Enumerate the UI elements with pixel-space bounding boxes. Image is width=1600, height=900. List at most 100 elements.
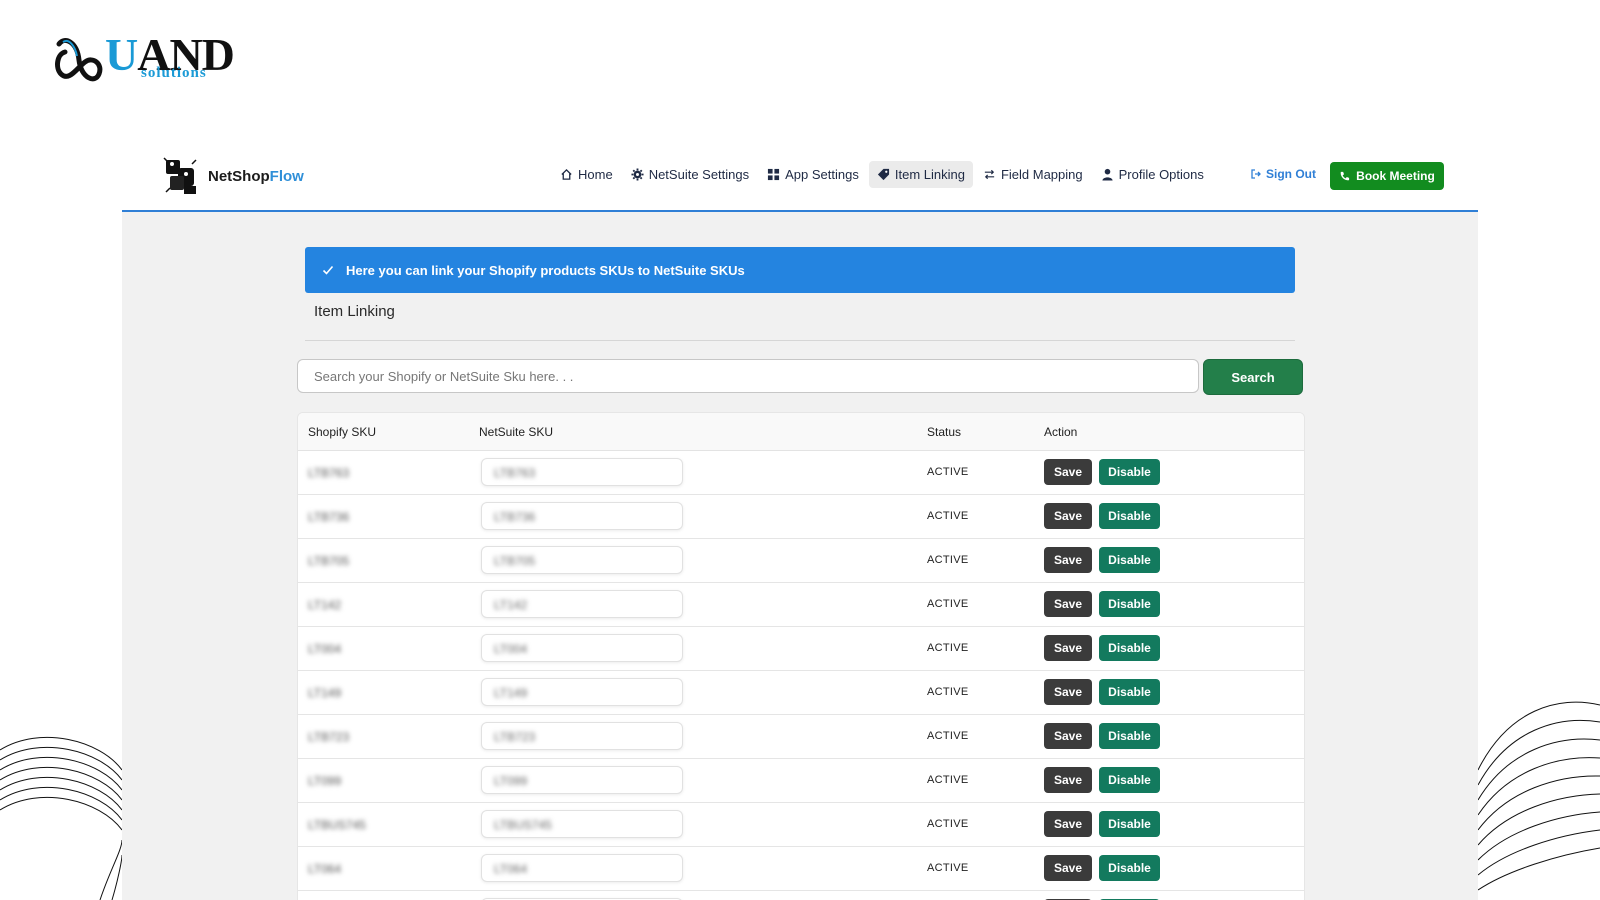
sign-out-link[interactable]: Sign Out [1250, 167, 1316, 181]
save-button[interactable]: Save [1044, 767, 1092, 793]
status-badge: ACTIVE [927, 862, 969, 874]
infinity-swirl-icon [55, 38, 103, 82]
shopify-sku-cell: LT004 [308, 642, 342, 656]
status-badge: ACTIVE [927, 686, 969, 698]
netsuite-sku-input[interactable]: LT004 [481, 634, 683, 662]
shopify-sku-cell: LT149 [308, 686, 342, 700]
nav-item-linking-label: Item Linking [894, 167, 965, 182]
save-button[interactable]: Save [1044, 459, 1092, 485]
netsuite-sku-input[interactable]: LT149 [481, 678, 683, 706]
disable-button[interactable]: Disable [1099, 811, 1160, 837]
app-name-accent: Flow [269, 167, 304, 185]
table-row: LT064 LT064 ACTIVE Save Disable [298, 847, 1304, 891]
book-meeting-button[interactable]: Book Meeting [1330, 162, 1444, 190]
table-header: Shopify SKU NetSuite SKU Status Action [298, 413, 1304, 451]
shopify-sku-cell: LTB736 [308, 510, 350, 524]
sku-search-input[interactable] [297, 359, 1199, 393]
nav-profile-options-label: Profile Options [1118, 167, 1204, 182]
netsuite-sku-value: LTB723 [494, 730, 536, 744]
disable-button[interactable]: Disable [1099, 855, 1160, 881]
nav-item-linking[interactable]: Item Linking [868, 161, 973, 188]
disable-button[interactable]: Disable [1099, 503, 1160, 529]
netsuite-sku-input[interactable]: LTB723 [481, 722, 683, 750]
nav-netsuite-settings[interactable]: NetSuite Settings [623, 161, 757, 188]
save-button[interactable]: Save [1044, 679, 1092, 705]
disable-button[interactable]: Disable [1099, 635, 1160, 661]
disable-button[interactable]: Disable [1099, 723, 1160, 749]
uand-logo: UAND solutions [55, 30, 245, 86]
netsuite-sku-input[interactable]: LTB736 [481, 502, 683, 530]
nav-field-mapping-label: Field Mapping [1000, 167, 1083, 182]
netsuite-sku-input[interactable]: LTBUS745 [481, 810, 683, 838]
disable-button[interactable]: Disable [1099, 591, 1160, 617]
status-badge: ACTIVE [927, 774, 969, 786]
nav-home[interactable]: Home [552, 161, 621, 188]
shopify-sku-cell: LT142 [308, 598, 342, 612]
app-name: NetShopFlow [208, 168, 304, 185]
brand-letter-u: U [105, 29, 138, 80]
status-badge: ACTIVE [927, 642, 969, 654]
tag-icon [877, 168, 890, 181]
nav-home-label: Home [578, 167, 613, 182]
netsuite-sku-input[interactable]: LTB763 [481, 458, 683, 486]
save-button[interactable]: Save [1044, 547, 1092, 573]
table-row: LTBUS745 LTBUS745 ACTIVE Save Disable [298, 803, 1304, 847]
netsuite-sku-input[interactable]: LT099 [481, 766, 683, 794]
netsuite-sku-input[interactable]: LTB705 [481, 546, 683, 574]
save-button[interactable]: Save [1044, 855, 1092, 881]
shopify-sku-cell: LTB705 [308, 554, 350, 568]
netsuite-sku-value: LT064 [494, 862, 528, 876]
netsuite-sku-value: LTB736 [494, 510, 536, 524]
phone-icon [1339, 171, 1350, 182]
swap-arrows-icon [983, 168, 996, 181]
shopify-sku-cell: LTB723 [308, 730, 350, 744]
netsuite-sku-value: LTB763 [494, 466, 536, 480]
disable-button[interactable]: Disable [1099, 547, 1160, 573]
table-row: LTB736 LTB736 ACTIVE Save Disable [298, 495, 1304, 539]
save-button[interactable]: Save [1044, 591, 1092, 617]
nav-field-mapping[interactable]: Field Mapping [975, 161, 1091, 188]
search-button[interactable]: Search [1203, 359, 1303, 395]
table-row: LT142 LT142 ACTIVE Save Disable [298, 583, 1304, 627]
header-netsuite-sku: NetSuite SKU [479, 425, 554, 439]
table-row: LTB763 LTB763 ACTIVE Save Disable [298, 451, 1304, 495]
disable-button[interactable]: Disable [1099, 767, 1160, 793]
disable-button[interactable]: Disable [1099, 679, 1160, 705]
page-title: Item Linking [314, 303, 395, 320]
table-row: LTB723 LTB723 ACTIVE Save Disable [298, 715, 1304, 759]
table-row: LTB705 LTB705 ACTIVE Save Disable [298, 539, 1304, 583]
sign-out-icon [1250, 168, 1262, 180]
netshopflow-logo[interactable]: NetShopFlow [162, 156, 304, 196]
netsuite-sku-value: LTBUS745 [494, 818, 552, 832]
status-badge: ACTIVE [927, 466, 969, 478]
save-button[interactable]: Save [1044, 503, 1092, 529]
sign-out-label: Sign Out [1266, 167, 1316, 181]
title-divider [305, 340, 1295, 341]
table-row: LT106LT106ACTIVESaveDisable [298, 891, 1304, 900]
user-icon [1101, 168, 1114, 181]
nav-app-settings-label: App Settings [785, 167, 859, 182]
save-button[interactable]: Save [1044, 635, 1092, 661]
header-shopify-sku: Shopify SKU [308, 425, 377, 439]
status-badge: ACTIVE [927, 818, 969, 830]
wave-lines-decoration-left [0, 736, 122, 900]
netsuite-sku-input[interactable]: LT142 [481, 590, 683, 618]
save-button[interactable]: Save [1044, 811, 1092, 837]
header-status: Status [927, 425, 962, 439]
main-nav: Home NetSuite Settings App Settings Item… [552, 161, 1214, 188]
table-row: LT099 LT099 ACTIVE Save Disable [298, 759, 1304, 803]
shopify-sku-cell: LTB763 [308, 466, 350, 480]
nav-app-settings[interactable]: App Settings [759, 161, 867, 188]
netshopflow-logo-icon [163, 157, 197, 194]
app-window: NetShopFlow Home NetSuite Settings App S… [122, 150, 1478, 900]
home-icon [560, 168, 573, 181]
netsuite-sku-value: LT004 [494, 642, 528, 656]
save-button[interactable]: Save [1044, 723, 1092, 749]
netsuite-sku-value: LT142 [494, 598, 528, 612]
shopify-sku-cell: LT064 [308, 862, 342, 876]
wave-lines-decoration-right [1478, 701, 1600, 891]
netsuite-sku-input[interactable]: LT064 [481, 854, 683, 882]
top-navbar: NetShopFlow Home NetSuite Settings App S… [122, 150, 1478, 212]
nav-profile-options[interactable]: Profile Options [1093, 161, 1212, 188]
disable-button[interactable]: Disable [1099, 459, 1160, 485]
